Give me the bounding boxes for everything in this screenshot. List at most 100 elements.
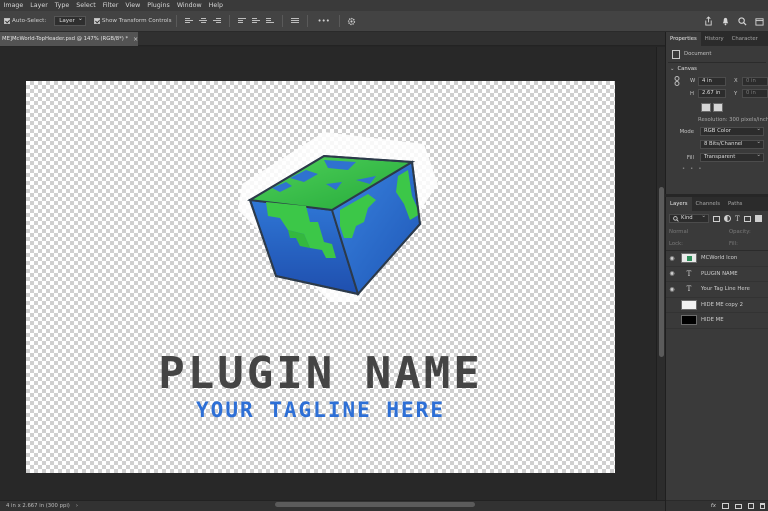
menu-view[interactable]: View — [122, 2, 144, 9]
more-properties-row: • • • — [666, 164, 768, 174]
vertical-scrollbar[interactable] — [656, 47, 665, 500]
width-field[interactable]: 4 in — [698, 76, 726, 86]
mode-row: Mode RGB Color — [666, 125, 768, 138]
depth-row: 8 Bits/Channel — [666, 138, 768, 151]
menu-select[interactable]: Select — [73, 2, 99, 9]
layer-row[interactable]: HIDE ME copy 2 — [666, 298, 768, 313]
align-middle-icon[interactable] — [252, 17, 261, 25]
menu-window[interactable]: Window — [173, 2, 205, 9]
tab-layers[interactable]: Layers — [666, 197, 692, 211]
folder-icon[interactable] — [735, 503, 742, 509]
new-layer-icon[interactable] — [748, 503, 754, 509]
mode-dropdown[interactable]: RGB Color — [700, 126, 764, 136]
canvas-section-header[interactable]: ⌄ Canvas — [666, 63, 768, 75]
document-tab[interactable]: ME]McWorld-TopHeader.psd @ 147% (RGB/8*)… — [0, 32, 138, 46]
more-options-icon[interactable]: ••• — [317, 17, 329, 25]
align-bottom-icon[interactable] — [266, 17, 275, 25]
height-label: H — [690, 90, 694, 97]
height-field[interactable]: 2.67 in — [698, 89, 726, 98]
divider — [338, 15, 340, 27]
layer-thumbnail — [681, 299, 697, 310]
eye-icon[interactable]: ◉ — [666, 286, 678, 293]
filter-adjustment-icon[interactable] — [724, 215, 731, 222]
properties-panel-tabs: Properties History Character — [666, 32, 768, 46]
menu-plugins[interactable]: Plugins — [144, 2, 174, 9]
layers-panel: Layers Channels Paths Kind T Normal Opac… — [665, 197, 768, 511]
trash-icon[interactable] — [760, 503, 765, 509]
fx-icon[interactable]: fx — [711, 503, 716, 509]
layer-row[interactable]: ◉ T Your Tag Line Here — [666, 282, 768, 298]
tab-character[interactable]: Character — [728, 32, 762, 46]
lock-row: Lock: Fill: — [666, 238, 768, 251]
horizontal-scroll-thumb[interactable] — [275, 502, 475, 507]
bell-icon[interactable] — [721, 16, 730, 26]
tab-channels[interactable]: Channels — [692, 197, 725, 211]
menu-layer[interactable]: Layer — [27, 2, 52, 9]
layers-panel-tabs: Layers Channels Paths — [666, 197, 768, 211]
gear-icon[interactable] — [347, 17, 356, 26]
document-tab-bar: ME]McWorld-TopHeader.psd @ 147% (RGB/8*)… — [0, 32, 665, 46]
width-label: W — [690, 78, 696, 84]
close-icon[interactable]: × — [133, 36, 138, 43]
auto-select-dropdown[interactable]: Layer — [54, 15, 86, 26]
layer-row[interactable]: ◉ MCWorld Icon — [666, 251, 768, 267]
filter-text-icon[interactable]: T — [735, 215, 740, 223]
layer-kind-label: Kind — [681, 215, 693, 221]
bit-depth-dropdown[interactable]: 8 Bits/Channel — [700, 139, 764, 149]
menu-filter[interactable]: Filter — [99, 2, 122, 9]
share-icon[interactable] — [704, 16, 713, 26]
tagline-text: YOUR TAGLINE HERE — [196, 398, 445, 422]
status-arrow-icon[interactable]: › — [76, 503, 78, 509]
lock-label: Lock: — [669, 241, 683, 247]
window-icon[interactable] — [755, 17, 764, 26]
vertical-scroll-thumb[interactable] — [659, 187, 664, 357]
search-icon — [673, 215, 679, 222]
layer-thumbnail — [681, 315, 697, 326]
height-row: H 2.67 in Y 0 in — [666, 87, 768, 100]
tab-properties[interactable]: Properties — [666, 32, 701, 46]
align-left-icon[interactable] — [185, 17, 194, 25]
layer-row[interactable]: HIDE ME — [666, 313, 768, 329]
tab-history[interactable]: History — [701, 32, 728, 46]
eye-icon[interactable]: ◉ — [666, 255, 678, 262]
filter-shape-icon[interactable] — [743, 215, 751, 222]
layer-fill-label: Fill: — [729, 241, 738, 247]
link-icon[interactable] — [674, 76, 680, 86]
blend-mode-dropdown[interactable]: Normal — [669, 229, 729, 235]
layer-row[interactable]: ◉ T PLUGIN NAME — [666, 267, 768, 282]
y-field[interactable]: 0 in — [742, 89, 768, 98]
text-layer-icon: T — [686, 269, 692, 278]
menu-image[interactable]: Image — [0, 2, 27, 9]
filter-image-icon[interactable] — [713, 215, 720, 222]
tab-paths[interactable]: Paths — [724, 197, 746, 211]
show-transform-label: Show Transform Controls — [101, 18, 172, 24]
align-center-icon[interactable] — [199, 17, 208, 25]
chevron-down-icon[interactable]: ⌄ — [670, 66, 674, 72]
orientation-row — [666, 100, 768, 114]
mode-label: Mode — [679, 128, 694, 135]
menu-type[interactable]: Type — [51, 2, 72, 9]
more-properties-icon[interactable]: • • • — [682, 166, 701, 172]
filter-smart-object-icon[interactable] — [754, 215, 762, 222]
auto-select-checkbox[interactable] — [4, 18, 10, 24]
align-right-icon[interactable] — [213, 17, 222, 25]
align-top-icon[interactable] — [238, 17, 247, 25]
landscape-orientation-icon[interactable] — [713, 102, 723, 112]
properties-panel: Properties History Character Document ⌄ … — [665, 32, 768, 194]
portrait-orientation-icon[interactable] — [701, 102, 711, 112]
distribute-icon[interactable] — [291, 17, 300, 25]
eye-icon[interactable]: ◉ — [666, 270, 678, 277]
menu-bar: Image Layer Type Select Filter View Plug… — [0, 0, 768, 11]
layer-kind-filter[interactable]: Kind — [669, 213, 709, 223]
search-icon[interactable] — [738, 16, 747, 26]
auto-select-label: Auto-Select: — [12, 18, 47, 24]
canvas-workspace[interactable]: PLUGIN NAME YOUR TAGLINE HERE — [0, 47, 656, 500]
fill-dropdown[interactable]: Transparent — [700, 152, 764, 162]
menu-help[interactable]: Help — [205, 2, 226, 9]
mask-icon[interactable] — [722, 503, 729, 509]
layer-name: PLUGIN NAME — [701, 270, 738, 277]
x-field[interactable]: 0 in — [742, 76, 768, 86]
layers-footer: fx — [666, 500, 768, 511]
document-canvas[interactable]: PLUGIN NAME YOUR TAGLINE HERE — [26, 81, 615, 473]
show-transform-checkbox[interactable] — [93, 18, 100, 24]
